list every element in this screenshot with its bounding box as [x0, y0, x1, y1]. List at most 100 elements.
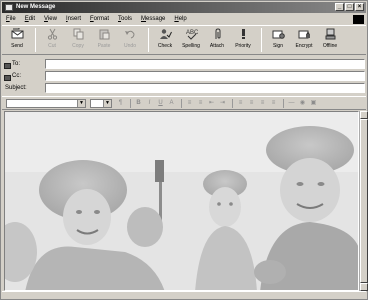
menu-view[interactable]: View	[44, 16, 57, 22]
font-color-icon[interactable]: A	[167, 99, 176, 108]
send-label: Send	[11, 43, 23, 49]
toolbar-separator	[261, 28, 262, 52]
sign-button[interactable]: Sign	[266, 26, 290, 54]
spelling-button[interactable]: ABC Spelling	[179, 26, 203, 54]
to-row: To:	[2, 58, 366, 69]
bold-icon[interactable]: B	[134, 99, 143, 108]
formatting-toolbar: ▼ ▼ ¶ B I U A ≡ ≡ ⇤ ⇥ ≡ ≡ ≡ ≡ — ◉ ▣	[2, 96, 366, 110]
bullets-icon[interactable]: ≡	[196, 99, 205, 108]
paste-button[interactable]: Paste	[92, 26, 116, 54]
cc-row: Cc:	[2, 70, 366, 81]
menu-insert[interactable]: Insert	[66, 16, 81, 22]
attach-label: Attach	[209, 43, 225, 49]
copy-button[interactable]: Copy	[66, 26, 90, 54]
cut-button[interactable]: Cut	[40, 26, 64, 54]
title-bar[interactable]: New Message _ □ ×	[2, 2, 366, 13]
attach-icon	[215, 28, 220, 39]
format-separator	[130, 98, 131, 108]
to-label-button[interactable]: To:	[2, 60, 38, 69]
spelling-icon: ABC	[186, 30, 198, 40]
numbering-icon[interactable]: ≡	[185, 99, 194, 108]
encrypt-icon	[298, 30, 310, 39]
center-icon[interactable]: ≡	[247, 99, 256, 108]
scroll-thumb[interactable]	[360, 119, 368, 283]
maximize-button[interactable]: □	[345, 3, 354, 11]
address-book-icon	[4, 62, 11, 69]
align-left-icon[interactable]: ≡	[236, 99, 245, 108]
paragraph-style-icon[interactable]: ¶	[116, 99, 125, 108]
toolbar-separator	[148, 28, 149, 52]
scroll-up-button[interactable]	[360, 111, 368, 119]
format-separator	[283, 98, 284, 108]
priority-icon	[241, 29, 245, 39]
cc-field[interactable]	[45, 70, 365, 81]
status-bar	[2, 291, 366, 300]
subject-field[interactable]	[45, 82, 365, 93]
underline-icon[interactable]: U	[156, 99, 165, 108]
cc-label-button[interactable]: Cc:	[2, 72, 38, 81]
address-book-icon	[4, 74, 11, 81]
vertical-scrollbar[interactable]	[359, 111, 368, 291]
menu-file[interactable]: File	[6, 16, 16, 22]
sign-icon	[272, 30, 285, 39]
horizontal-line-icon[interactable]: —	[287, 99, 296, 108]
priority-label: Priority	[235, 43, 251, 49]
undo-label: Undo	[124, 43, 136, 49]
paste-label: Paste	[97, 43, 111, 49]
justify-icon[interactable]: ≡	[269, 99, 278, 108]
menu-format[interactable]: Format	[90, 16, 109, 22]
menu-tools[interactable]: Tools	[118, 16, 132, 22]
menu-edit[interactable]: Edit	[25, 16, 35, 22]
toolbar-separator	[35, 28, 36, 52]
undo-icon	[124, 30, 135, 39]
sign-label: Sign	[272, 43, 283, 49]
copy-label: Copy	[72, 43, 84, 49]
check-names-button[interactable]: Check	[153, 26, 177, 54]
offline-icon	[325, 28, 335, 40]
font-size-dropdown[interactable]: ▼	[90, 98, 112, 108]
chevron-down-icon[interactable]: ▼	[77, 99, 85, 107]
send-button[interactable]: Send	[5, 26, 29, 54]
undo-button[interactable]: Undo	[118, 26, 142, 54]
subject-label: Subject:	[5, 84, 27, 91]
paste-icon	[99, 29, 109, 40]
format-separator	[232, 98, 233, 108]
offline-label: Offline	[322, 43, 338, 49]
toolbar: Send Cut Copy Paste Undo Check ABC Spell…	[2, 25, 366, 55]
italic-icon[interactable]: I	[145, 99, 154, 108]
scroll-down-button[interactable]	[360, 283, 368, 291]
envelope-icon	[5, 4, 13, 11]
family-photo	[5, 112, 358, 290]
cc-label: Cc:	[12, 72, 21, 79]
send-icon	[11, 28, 23, 39]
font-name-dropdown[interactable]: ▼	[6, 98, 86, 108]
attach-button[interactable]: Attach	[205, 26, 229, 54]
format-separator	[181, 98, 182, 108]
decrease-indent-icon[interactable]: ⇤	[207, 99, 216, 108]
windows-logo-icon	[353, 15, 364, 24]
align-right-icon[interactable]: ≡	[258, 99, 267, 108]
hyperlink-icon[interactable]: ◉	[298, 99, 307, 108]
minimize-button[interactable]: _	[335, 3, 344, 11]
menu-help[interactable]: Help	[174, 16, 186, 22]
message-window: New Message _ □ × File Edit View Insert …	[0, 0, 368, 300]
encrypt-button[interactable]: Encrypt	[292, 26, 316, 54]
subject-row: Subject:	[2, 82, 366, 93]
offline-button[interactable]: Offline	[318, 26, 342, 54]
menu-bar: File Edit View Insert Format Tools Messa…	[2, 14, 366, 24]
cut-label: Cut	[48, 43, 56, 49]
message-body[interactable]	[4, 111, 359, 291]
menu-message[interactable]: Message	[141, 16, 165, 22]
priority-button[interactable]: Priority	[231, 26, 255, 54]
encrypt-label: Encrypt	[295, 43, 313, 49]
close-button[interactable]: ×	[355, 3, 364, 11]
to-label: To:	[12, 60, 21, 67]
chevron-down-icon[interactable]: ▼	[103, 99, 111, 107]
insert-picture-icon[interactable]: ▣	[309, 99, 318, 108]
increase-indent-icon[interactable]: ⇥	[218, 99, 227, 108]
to-field[interactable]	[45, 58, 365, 69]
cut-icon	[47, 28, 57, 40]
check-label: Check	[157, 43, 173, 49]
copy-icon	[73, 28, 83, 40]
svg-text:ABC: ABC	[186, 30, 198, 36]
